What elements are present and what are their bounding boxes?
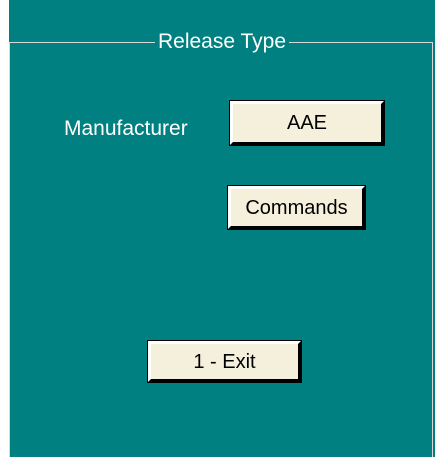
groupbox-title-container: Release Type — [9, 30, 435, 53]
commands-button[interactable]: Commands — [227, 185, 366, 230]
commands-button-label: Commands — [245, 196, 348, 219]
manufacturer-label: Manufacturer — [64, 117, 188, 140]
manufacturer-button-label: AAE — [286, 112, 328, 134]
manufacturer-button[interactable]: AAE — [229, 100, 385, 146]
release-type-window: Release Type Manufacturer AAE Commands 1… — [9, 0, 435, 457]
groupbox-title: Release Type — [154, 30, 290, 53]
exit-button-label: 1 - Exit — [193, 350, 256, 373]
exit-button[interactable]: 1 - Exit — [147, 340, 302, 383]
